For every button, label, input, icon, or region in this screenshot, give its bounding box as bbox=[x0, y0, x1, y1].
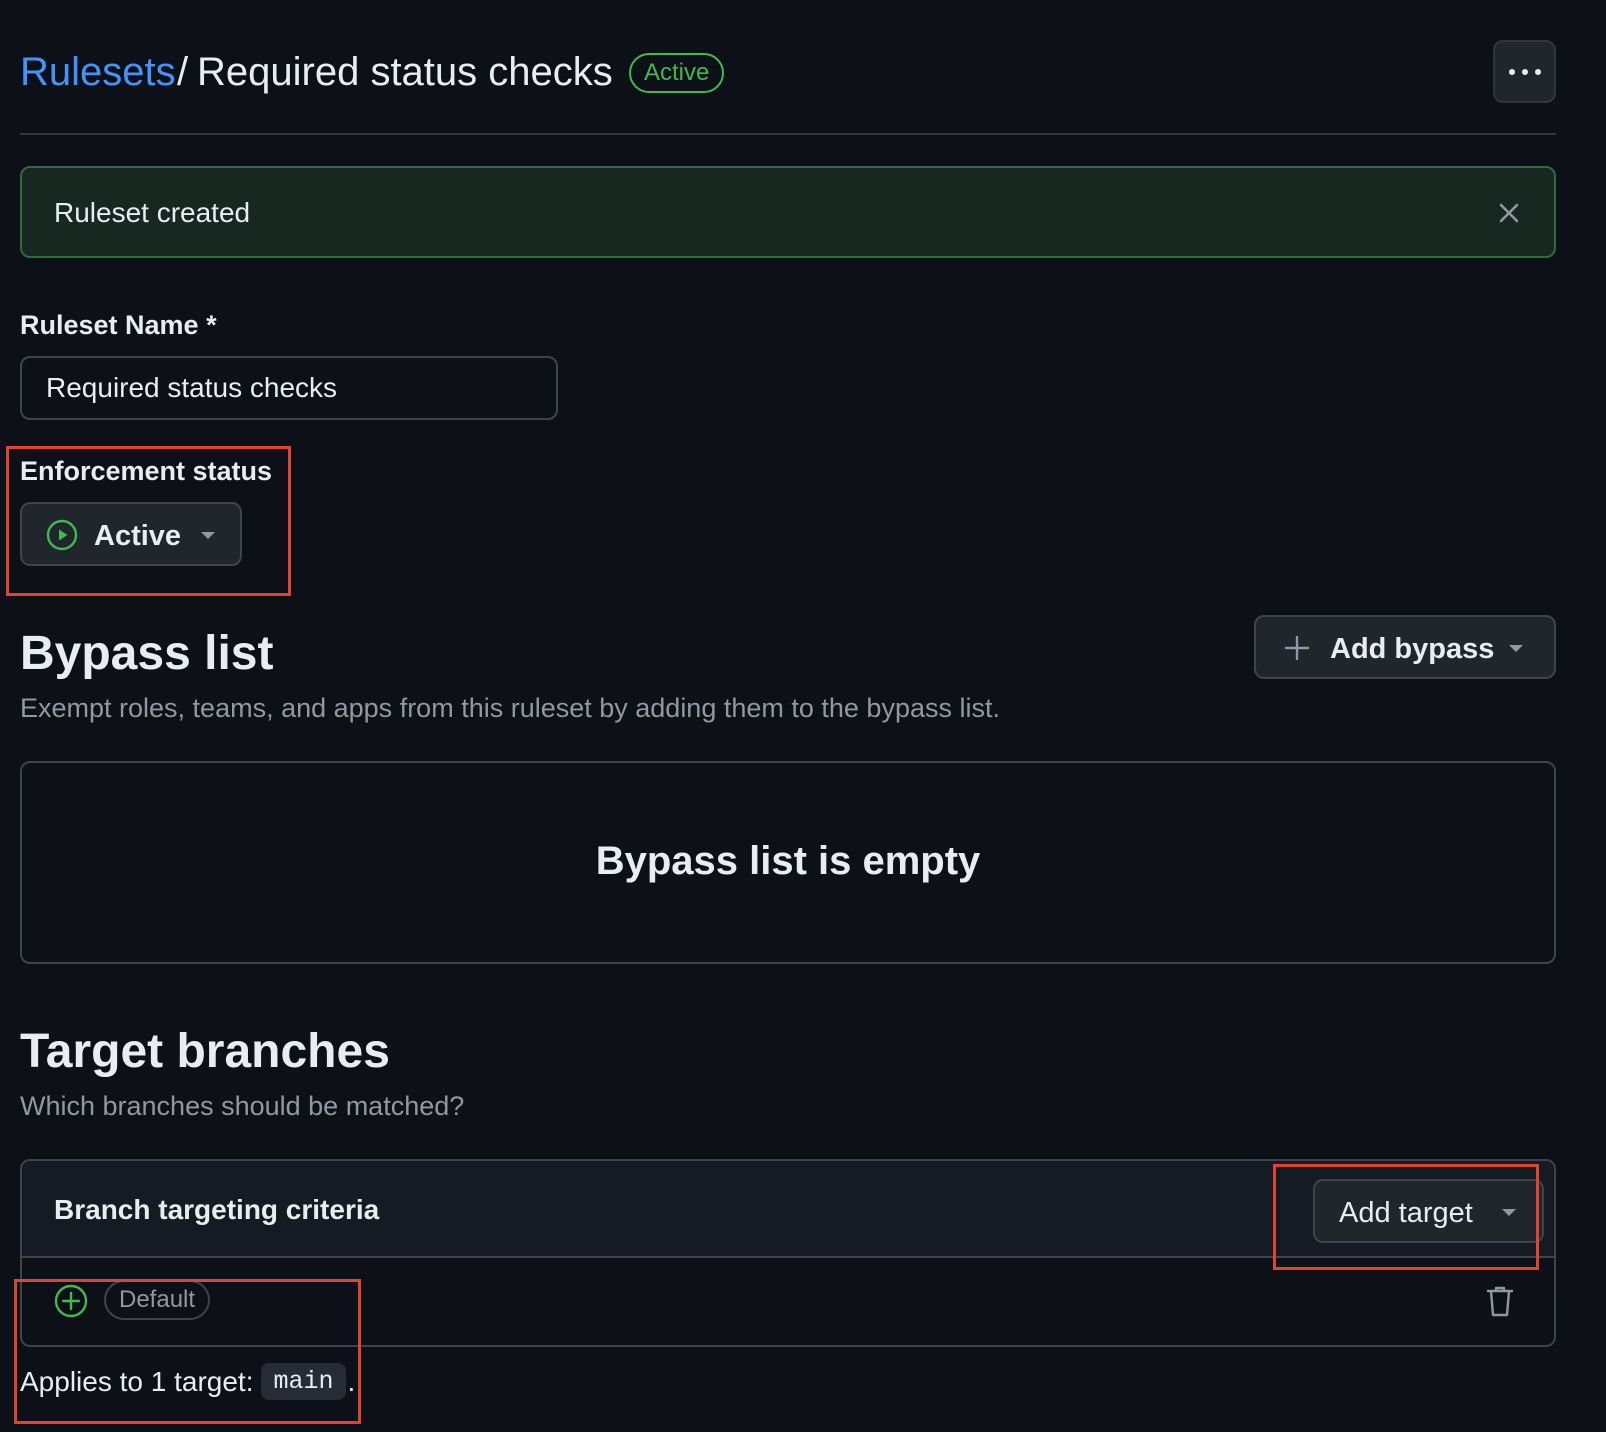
annotation-box-default-target bbox=[14, 1279, 361, 1424]
add-bypass-button[interactable]: Add bypass bbox=[1254, 615, 1556, 679]
bypass-list-container: Bypass list is empty bbox=[20, 761, 1556, 964]
target-branches-heading: Target branches bbox=[20, 1025, 390, 1078]
triangle-down-icon bbox=[1509, 645, 1523, 652]
annotation-box-enforcement bbox=[6, 446, 291, 596]
breadcrumb-separator: / bbox=[177, 50, 189, 94]
bypass-list-heading: Bypass list bbox=[20, 627, 274, 680]
close-icon[interactable] bbox=[1492, 196, 1526, 230]
criteria-label: Branch targeting criteria bbox=[54, 1194, 380, 1225]
add-bypass-label: Add bypass bbox=[1330, 633, 1495, 665]
page-header: Rulesets / Required status checks Active bbox=[20, 40, 1556, 106]
annotation-box-add-target bbox=[1273, 1164, 1539, 1270]
flash-message: Ruleset created bbox=[54, 197, 251, 228]
header-divider bbox=[20, 133, 1556, 135]
ruleset-name-input[interactable] bbox=[20, 356, 558, 420]
success-flash: Ruleset created bbox=[20, 166, 1556, 258]
more-options-button[interactable] bbox=[1493, 40, 1556, 103]
breadcrumb-rulesets-link[interactable]: Rulesets bbox=[20, 50, 176, 95]
plus-icon bbox=[1284, 635, 1310, 661]
ruleset-name-label: Ruleset Name * bbox=[20, 310, 217, 340]
target-branches-description: Which branches should be matched? bbox=[20, 1091, 465, 1121]
trash-icon[interactable] bbox=[1485, 1284, 1515, 1318]
status-badge: Active bbox=[629, 53, 725, 93]
ruleset-page: Rulesets / Required status checks Active… bbox=[0, 0, 1606, 1432]
page-title: Required status checks bbox=[197, 50, 613, 94]
kebab-horizontal-icon bbox=[1508, 68, 1541, 75]
bypass-empty-message: Bypass list is empty bbox=[595, 839, 981, 883]
bypass-list-description: Exempt roles, teams, and apps from this … bbox=[20, 693, 1000, 723]
